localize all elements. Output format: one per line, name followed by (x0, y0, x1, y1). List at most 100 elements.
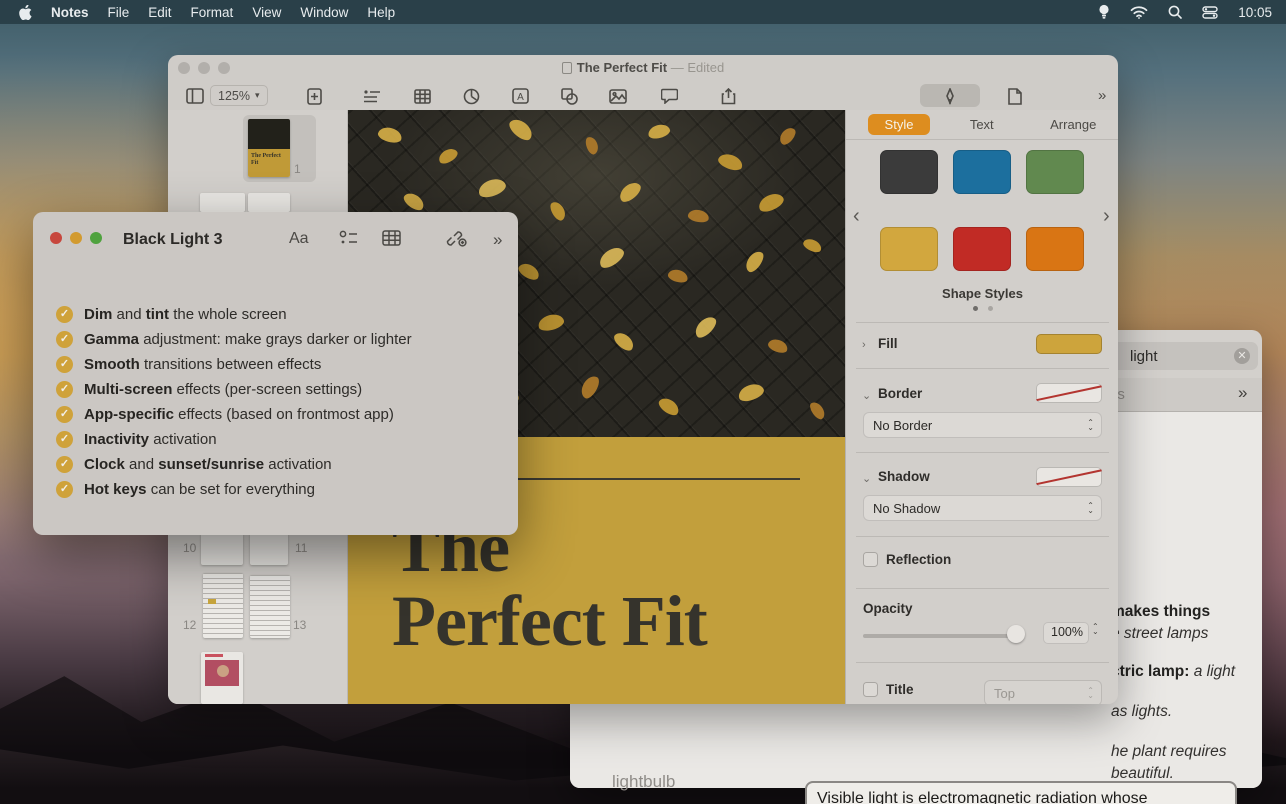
table-icon[interactable] (411, 85, 433, 107)
page-thumbnail[interactable] (203, 573, 243, 638)
more-icon[interactable]: » (493, 230, 502, 250)
menu-clock[interactable]: 10:05 (1238, 5, 1272, 20)
checklist-item[interactable]: ✓Inactivity activation (56, 427, 412, 452)
checklist-item[interactable]: ✓Dim and tint the whole screen (56, 302, 412, 327)
opacity-value[interactable]: 100% (1043, 622, 1089, 644)
document-icon[interactable] (1004, 85, 1026, 107)
control-center-icon[interactable] (1202, 6, 1218, 19)
search-result-item[interactable]: lightbulb (612, 772, 675, 792)
menu-item-file[interactable]: File (108, 5, 130, 20)
page-thumbnail[interactable] (201, 652, 243, 704)
chevron-more-icon[interactable]: » (1238, 383, 1247, 403)
checklist-item-text: Gamma adjustment: make grays darker or l… (84, 331, 412, 348)
page-thumbnail[interactable] (250, 533, 288, 565)
tab-text[interactable]: Text (936, 117, 1028, 132)
share-icon[interactable] (717, 85, 739, 107)
tab-arrange[interactable]: Arrange (1028, 117, 1119, 132)
swatch-prev-icon[interactable]: ‹ (853, 205, 860, 228)
menu-item-window[interactable]: Window (300, 5, 348, 20)
chart-icon[interactable] (460, 85, 482, 107)
window-title: The Perfect Fit — Edited (168, 60, 1118, 75)
checked-circle-icon[interactable]: ✓ (56, 481, 73, 498)
page-thumbnail[interactable] (201, 533, 243, 565)
media-icon[interactable] (607, 85, 629, 107)
opacity-slider-knob[interactable] (1007, 625, 1025, 643)
opacity-slider-track[interactable] (863, 634, 1023, 638)
add-page-icon[interactable] (303, 85, 325, 107)
wifi-icon[interactable] (1130, 6, 1148, 19)
comment-icon[interactable] (658, 85, 680, 107)
shape-icon[interactable] (558, 85, 580, 107)
fill-color-well[interactable] (1036, 334, 1102, 354)
swatch-page-dots[interactable] (846, 306, 1118, 311)
title-position-select[interactable]: Top ⌃⌄ (984, 680, 1102, 704)
shape-style-swatch-3[interactable] (1026, 150, 1084, 194)
add-link-icon[interactable] (446, 230, 468, 247)
search-icon[interactable] (1168, 5, 1182, 19)
traffic-lights[interactable] (50, 232, 102, 244)
checklist-item[interactable]: ✓Clock and sunset/sunrise activation (56, 452, 412, 477)
leaf-shape (377, 125, 404, 145)
border-style-select[interactable]: No Border ⌃⌄ (863, 412, 1102, 438)
title-checkbox[interactable] (863, 682, 878, 697)
shape-style-swatch-4[interactable] (880, 227, 938, 271)
format-text-icon[interactable]: Aa (289, 230, 309, 248)
checked-circle-icon[interactable]: ✓ (56, 406, 73, 423)
page-thumbnail[interactable] (200, 193, 245, 212)
clear-icon[interactable]: ✕ (1234, 348, 1250, 364)
minimize-button[interactable] (70, 232, 82, 244)
leaf-shape (808, 400, 828, 422)
lightbulb-icon[interactable] (1098, 4, 1110, 20)
border-disclosure-icon[interactable]: ⌄ (862, 389, 871, 402)
menu-item-help[interactable]: Help (367, 5, 395, 20)
tab-style[interactable]: Style (868, 114, 930, 135)
toolbar-more-icon[interactable]: » (1098, 87, 1106, 104)
border-color-well[interactable] (1036, 383, 1102, 403)
format-brush-icon[interactable] (939, 85, 961, 107)
close-button[interactable] (50, 232, 62, 244)
menu-item-edit[interactable]: Edit (148, 5, 171, 20)
page-thumbnail[interactable] (250, 575, 290, 638)
shape-style-swatch-6[interactable] (1026, 227, 1084, 271)
page-thumbnail[interactable]: The Perfect Fit (248, 119, 290, 177)
checklist-icon[interactable] (339, 230, 359, 246)
opacity-stepper-icon[interactable]: ⌃⌄ (1092, 624, 1099, 634)
apple-icon[interactable] (19, 5, 32, 20)
shape-style-swatch-5[interactable] (953, 227, 1011, 271)
page-thumbnail[interactable] (248, 193, 290, 212)
outline-icon[interactable] (361, 85, 383, 107)
search-input[interactable]: light ✕ (1108, 342, 1258, 370)
table-icon[interactable] (382, 230, 401, 246)
checklist-item[interactable]: ✓Hot keys can be set for everything (56, 477, 412, 502)
note-body[interactable]: Visible light is electromagnetic radiati… (805, 781, 1237, 804)
zoom-button[interactable] (90, 232, 102, 244)
fill-disclosure-icon[interactable]: › (862, 339, 866, 351)
zoom-control[interactable]: 125%▾ (210, 85, 268, 106)
checklist-item[interactable]: ✓Multi-screen effects (per-screen settin… (56, 377, 412, 402)
swatch-next-icon[interactable]: › (1103, 205, 1110, 228)
menu-item-view[interactable]: View (252, 5, 281, 20)
checklist-item[interactable]: ✓ Gamma adjustment: make grays darker or … (56, 327, 412, 352)
shadow-color-well[interactable] (1036, 467, 1102, 487)
menu-app-name[interactable]: Notes (51, 5, 89, 20)
leaf-shape (401, 190, 426, 213)
shadow-disclosure-icon[interactable]: ⌄ (862, 472, 871, 485)
checked-circle-icon[interactable]: ✓ (56, 381, 73, 398)
shape-style-swatch-2[interactable] (953, 150, 1011, 194)
checked-circle-icon[interactable]: ✓ (56, 306, 73, 323)
checklist-item[interactable]: ✓Smooth transitions between effects (56, 352, 412, 377)
menu-item-format[interactable]: Format (191, 5, 234, 20)
checked-circle-icon[interactable]: ✓ (56, 331, 73, 348)
checklist-item[interactable]: ✓App-specific effects (based on frontmos… (56, 402, 412, 427)
checked-circle-icon[interactable]: ✓ (56, 431, 73, 448)
reflection-checkbox[interactable] (863, 552, 878, 567)
shape-style-swatch-1[interactable] (880, 150, 938, 194)
view-icon[interactable] (184, 85, 206, 107)
textbox-icon[interactable]: A (509, 85, 531, 107)
checked-circle-icon[interactable]: ✓ (56, 456, 73, 473)
black-light-note-window[interactable]: Black Light 3 Aa » ✓Dim and tint the who… (33, 212, 518, 535)
checked-circle-icon[interactable]: ✓ (56, 356, 73, 373)
shadow-style-select[interactable]: No Shadow ⌃⌄ (863, 495, 1102, 521)
feature-checklist[interactable]: ✓Dim and tint the whole screen✓Gamma adj… (56, 302, 412, 502)
page-number: 10 (183, 541, 196, 555)
